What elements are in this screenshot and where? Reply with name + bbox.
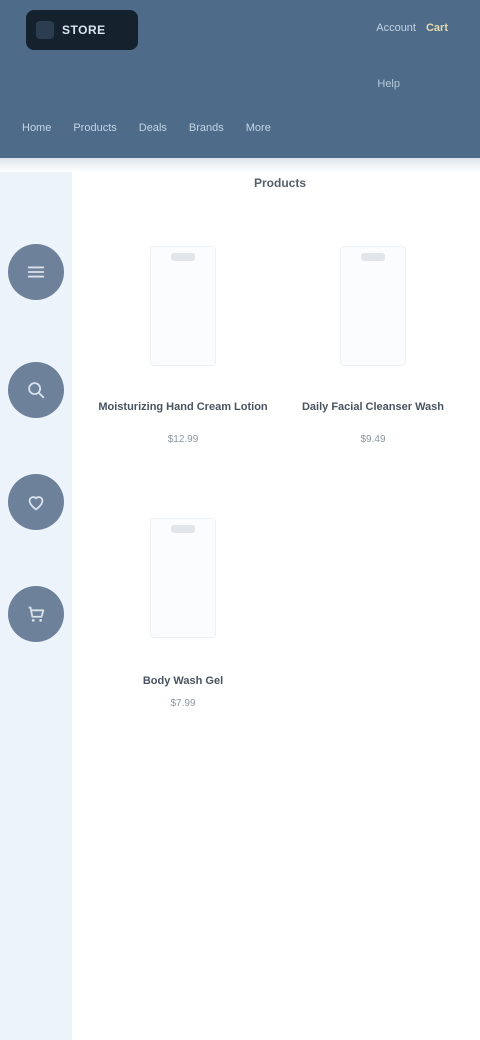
nav-item-deals[interactable]: Deals — [139, 122, 167, 134]
product-card[interactable]: Moisturizing Hand Cream Lotion $12.99 — [98, 240, 268, 450]
product-name: Body Wash Gel — [142, 675, 224, 687]
product-image — [340, 246, 406, 366]
rail-favorites-button[interactable] — [8, 474, 64, 530]
header-divider — [0, 158, 480, 172]
logo-text: STORE — [62, 23, 106, 37]
rail-cart-button[interactable] — [8, 586, 64, 642]
header-actions: Account Cart — [376, 22, 448, 34]
top-header: STORE Account Cart Help Home Products De… — [0, 0, 480, 158]
product-price: $9.49 — [360, 434, 386, 445]
product-price: $7.99 — [170, 698, 196, 709]
nav-item-brands[interactable]: Brands — [189, 122, 224, 134]
nav-item-products[interactable]: Products — [73, 122, 116, 134]
product-image — [150, 246, 216, 366]
cart-icon — [28, 606, 45, 622]
store-logo[interactable]: STORE — [26, 10, 138, 50]
menu-icon — [27, 266, 45, 278]
category-nav: Home Products Deals Brands More — [22, 122, 271, 134]
product-image — [150, 518, 216, 638]
heart-icon — [28, 496, 44, 511]
page-title: Products — [253, 176, 306, 190]
nav-item-home[interactable]: Home — [22, 122, 51, 134]
product-card[interactable]: Daily Facial Cleanser Wash $9.49 — [288, 240, 458, 450]
account-link[interactable]: Account — [376, 22, 416, 34]
side-rail — [0, 172, 72, 1040]
search-icon — [28, 382, 45, 399]
nav-item-more[interactable]: More — [246, 122, 271, 134]
help-link[interactable]: Help — [377, 78, 400, 90]
product-price: $12.99 — [167, 434, 199, 445]
rail-search-button[interactable] — [8, 362, 64, 418]
rail-menu-button[interactable] — [8, 244, 64, 300]
product-card[interactable]: Body Wash Gel $7.99 — [98, 512, 268, 732]
logo-mark-icon — [36, 21, 54, 39]
product-name: Moisturizing Hand Cream Lotion — [98, 401, 268, 413]
product-name: Daily Facial Cleanser Wash — [301, 401, 445, 413]
cart-link[interactable]: Cart — [426, 22, 448, 34]
